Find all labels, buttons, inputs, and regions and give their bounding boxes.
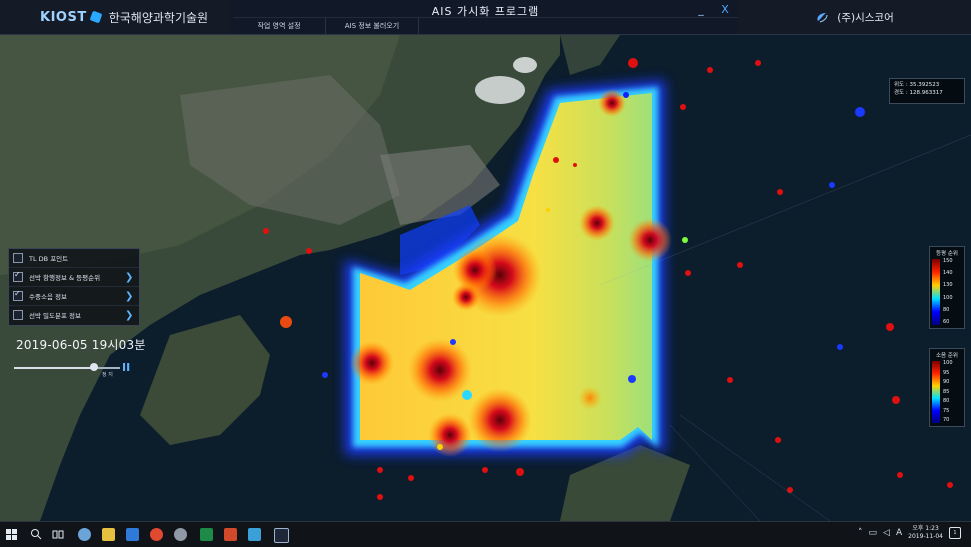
noise-legend-tick: 80 [943, 398, 950, 404]
company-name: (주)시스코어 [837, 11, 894, 24]
menu-load-ais[interactable]: AIS 정보 불러오기 [326, 18, 419, 34]
taskbar: ˄ ▭ ◁ A 오후 1:23 2019-11-04 1 [0, 521, 971, 547]
chrome-browser-icon[interactable] [150, 528, 163, 541]
excel-icon[interactable] [200, 528, 213, 541]
ship-legend-tick: 60 [943, 318, 950, 325]
kiost-logo: KIOST [40, 9, 87, 25]
ship-legend-tick: 140 [943, 270, 953, 277]
ship-legend-colorbar [932, 259, 940, 325]
noise-legend-tick: 70 [943, 417, 950, 423]
network-icon[interactable]: ▭ [869, 528, 878, 538]
noise-legend-tick: 85 [943, 388, 950, 395]
longitude-readout: 경도 : 128.963317 [894, 90, 943, 96]
kiost-brand: KIOST 한국해양과학기술원 [0, 0, 230, 34]
kiost-mark-icon [89, 10, 103, 24]
clock-time: 오후 1:23 [912, 525, 939, 532]
ship-legend: 등평 순위 150 140 130 100 80 60 [929, 246, 965, 329]
powerpoint-icon[interactable] [224, 528, 237, 541]
ship-legend-tick: 80 [943, 306, 950, 313]
minimize-button[interactable]: _ [696, 3, 706, 16]
layer-row-tl-db[interactable]: TL DB 포인트 [9, 249, 139, 268]
tl-db-label: TL DB 포인트 [29, 255, 69, 263]
org-name: 한국해양과학기술원 [108, 10, 209, 25]
app-title-area: AIS 가시화 프로그램 _ X 작업 영역 설정 AIS 정보 불러오기 [233, 0, 738, 34]
layer-row-ship-nav[interactable]: 선박 항행정보 & 등평순위 ❯ [9, 268, 139, 287]
ship-legend-tick: 100 [943, 294, 953, 301]
app-blue-icon[interactable] [248, 528, 261, 541]
layer-panel: TL DB 포인트 선박 항행정보 & 등평순위 ❯ 수중소음 정보 ❯ 선박 … [8, 248, 140, 326]
pause-button[interactable]: II [122, 361, 130, 374]
ship-legend-ticks: 150 140 130 100 80 60 [943, 259, 953, 325]
noise-legend-tick: 95 [943, 369, 950, 376]
ship-nav-label: 선박 항행정보 & 등평순위 [29, 274, 101, 282]
title-bar: KIOST 한국해양과학기술원 AIS 가시화 프로그램 _ X 작업 영역 설… [0, 0, 971, 35]
window-controls: _ X [696, 3, 730, 16]
noise-chevron-icon[interactable]: ❯ [125, 291, 135, 302]
system-tray: ˄ ▭ ◁ A 오후 1:23 2019-11-04 1 [858, 525, 961, 541]
clock[interactable]: 오후 1:23 2019-11-04 [908, 525, 943, 541]
close-button[interactable]: X [720, 3, 730, 16]
edge-browser-icon[interactable] [126, 528, 139, 541]
clock-date: 2019-11-04 [908, 533, 943, 540]
ship-nav-chevron-icon[interactable]: ❯ [125, 272, 135, 283]
ship-legend-tick: 130 [943, 282, 953, 289]
latitude-readout: 위도 : 35.392523 [894, 82, 940, 88]
noise-legend-tick: 90 [943, 379, 950, 385]
tl-db-checkbox[interactable] [13, 253, 23, 263]
windows-start-icon[interactable] [6, 529, 17, 540]
slider-handle[interactable] [89, 363, 98, 371]
layer-row-density[interactable]: 선박 밀도분포 정보 ❯ [9, 306, 139, 324]
company-brand: (주)시스코어 [738, 0, 971, 34]
noise-legend-colorbar [932, 361, 940, 423]
app-disc-icon[interactable] [174, 528, 187, 541]
app-globe-icon[interactable] [78, 528, 91, 541]
density-chevron-icon[interactable]: ❯ [125, 310, 135, 321]
noise-legend: 소음 준위 100 95 90 85 80 75 70 [929, 348, 965, 427]
input-language[interactable]: A [896, 528, 902, 538]
map-view[interactable]: 위도 : 35.392523 경도 : 128.963317 [0, 35, 971, 521]
slider-fill [14, 367, 94, 369]
search-icon[interactable] [30, 528, 43, 541]
layer-row-noise[interactable]: 수중소음 정보 ❯ [9, 287, 139, 306]
map-canvas [0, 35, 971, 521]
playback-state-label: 정 지 [102, 372, 113, 378]
syscore-logo-icon [817, 13, 828, 23]
current-datetime: 2019-06-05 19시03분 [16, 338, 146, 352]
density-checkbox[interactable] [13, 310, 23, 320]
ship-nav-checkbox[interactable] [13, 270, 23, 282]
ais-app-taskbar-icon[interactable] [274, 528, 289, 543]
noise-legend-tick: 100 [943, 360, 953, 366]
speaker-icon[interactable]: ◁ [883, 528, 890, 538]
notification-icon[interactable]: 1 [949, 527, 961, 539]
task-view-icon[interactable] [52, 528, 65, 541]
coordinate-readout: 위도 : 35.392523 경도 : 128.963317 [889, 78, 965, 104]
tray-expand-icon[interactable]: ˄ [858, 528, 863, 538]
file-explorer-icon[interactable] [102, 528, 115, 541]
noise-label: 수중소음 정보 [29, 293, 67, 301]
noise-legend-tick: 75 [943, 407, 950, 414]
noise-legend-ticks: 100 95 90 85 80 75 70 [943, 361, 953, 423]
ship-legend-tick: 150 [943, 258, 953, 264]
menu-bar: 작업 영역 설정 AIS 정보 불러오기 [233, 17, 738, 34]
noise-checkbox[interactable] [13, 289, 23, 301]
density-label: 선박 밀도분포 정보 [29, 312, 81, 320]
menu-work-area[interactable]: 작업 영역 설정 [233, 18, 326, 34]
